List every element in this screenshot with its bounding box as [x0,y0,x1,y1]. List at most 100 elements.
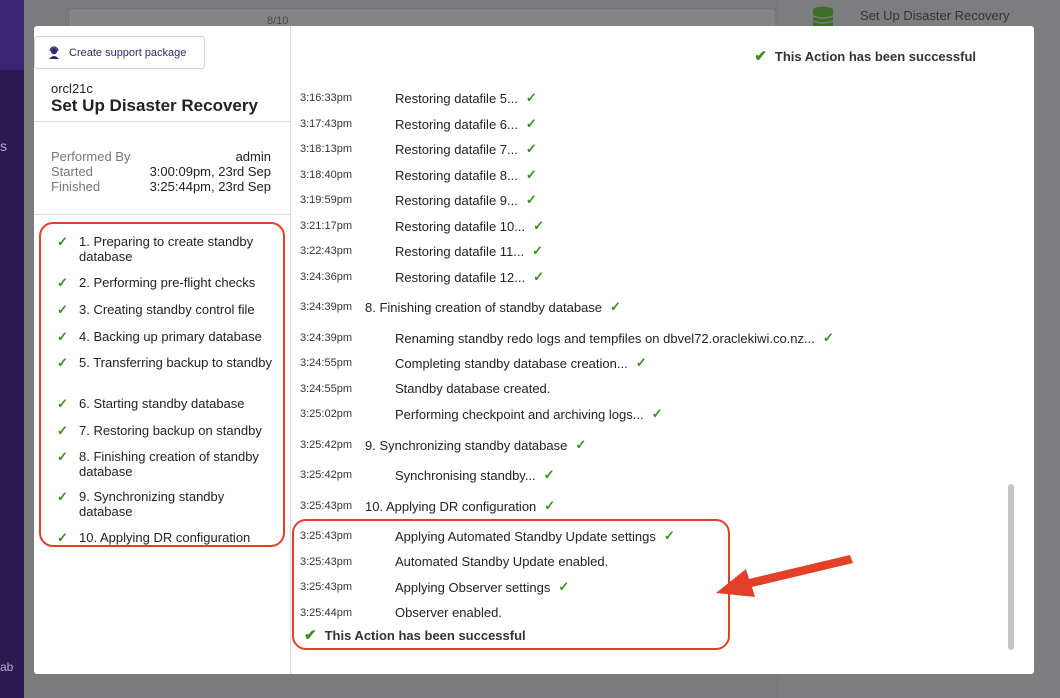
log-message: Restoring datafile 5... [395,90,518,106]
step-item: ✓ 9. Synchronizing standby database [57,489,277,519]
check-icon: ✓ [635,355,647,370]
log-message: 9. Synchronizing standby database [365,437,568,453]
check-icon: ✓ [57,355,68,370]
check-icon: ✓ [525,192,537,207]
support-agent-icon [49,45,59,59]
log-entry: 3:19:59pm Restoring datafile 9... ✓ [300,192,537,208]
action-detail-modal: Create support package orcl21c Set Up Di… [34,26,1034,674]
action-metadata: Performed By admin Started 3:00:09pm, 23… [51,149,271,194]
check-icon: ✓ [57,396,68,411]
sidebar-label: s [0,138,7,154]
step-item: ✓ 4. Backing up primary database [57,329,277,344]
log-entry: 3:24:39pm Renaming standby redo logs and … [300,330,834,346]
check-icon: ✓ [610,299,621,314]
log-entry: 3:24:55pm Completing standby database cre… [300,355,647,371]
log-message: Restoring datafile 10... [395,218,526,234]
step-item: ✓ 5. Transferring backup to standby [57,355,277,370]
check-icon: ✓ [543,467,555,482]
check-icon: ✓ [525,116,537,131]
log-timestamp: 3:21:17pm [300,220,352,232]
annotation-arrow-icon [716,555,853,597]
log-timestamp: 3:24:39pm [300,301,352,313]
action-item: Set Up Disaster Recovery [812,6,1042,30]
log-timestamp: 3:24:55pm [300,382,352,395]
success-footer: ✔ This Action has been successful [304,626,526,644]
step-item: ✓ 1. Preparing to create standby database [57,234,277,264]
log-entry: 3:25:42pm Synchronising standby... ✓ [300,467,555,483]
log-timestamp: 3:17:43pm [300,118,352,130]
log-message: Synchronising standby... [395,467,536,483]
check-icon: ✓ [57,329,68,344]
log-entry: 3:24:55pm Standby database created. [300,381,550,396]
check-icon: ✓ [533,269,544,284]
step-item: ✓ 7. Restoring backup on standby [57,423,277,438]
log-entry: 3:21:17pm Restoring datafile 10... ✓ [300,218,544,234]
log-message: 10. Applying DR configuration [365,498,537,514]
success-message: This Action has been successful [774,48,976,64]
log-entry: 3:18:13pm Restoring datafile 7... ✓ [300,141,537,157]
log-message: 8. Finishing creation of standby databas… [365,299,603,315]
check-icon: ✓ [651,406,663,421]
log-message: Restoring datafile 8... [395,167,518,183]
action-item-label: Set Up Disaster Recovery [860,8,1010,23]
success-footer-message: This Action has been successful [324,627,526,643]
check-icon: ✓ [544,498,556,513]
step-label: 4. Backing up primary database [79,329,262,344]
step-label: 2. Performing pre-flight checks [79,275,256,290]
finished-label: Finished [51,179,101,194]
database-name: orcl21c [51,81,93,96]
step-item: ✓ 3. Creating standby control file [57,302,277,317]
step-item: ✓ 10. Applying DR configuration [57,530,277,545]
step-label: 7. Restoring backup on standby [79,423,262,438]
performed-by-value: admin [235,149,271,164]
log-scrollbar[interactable] [1008,484,1014,650]
check-icon: ✓ [575,437,587,452]
check-icon: ✔ [304,627,317,644]
started-value: 3:00:09pm, 23rd Sep [149,164,271,179]
step-item: ✓ 6. Starting standby database [57,396,277,411]
check-icon: ✓ [57,302,68,317]
log-message: Standby database created. [395,381,551,396]
log-message: Renaming standby redo logs and tempfiles… [395,330,815,346]
divider [34,121,291,122]
check-icon: ✓ [57,489,68,504]
log-timestamp: 3:24:55pm [300,357,352,369]
log-message: Restoring datafile 6... [395,116,518,132]
sidebar-footer-label: ab [0,660,14,674]
divider [34,214,291,215]
log-timestamp: 3:24:36pm [300,271,352,283]
started-label: Started [51,164,93,179]
check-icon: ✓ [525,90,537,105]
log-timestamp: 3:18:13pm [300,143,352,155]
finished-row: Finished 3:25:44pm, 23rd Sep [51,179,271,194]
log-step-entry: 3:24:39pm 8. Finishing creation of standb… [300,299,621,315]
log-entry: 3:24:36pm Restoring datafile 12... ✓ [300,269,544,285]
log-message: Restoring datafile 12... [395,269,526,285]
started-row: Started 3:00:09pm, 23rd Sep [51,164,271,179]
steps-list-annotated: ✓ 1. Preparing to create standby database… [39,222,285,547]
step-label: 9. Synchronizing standby database [79,489,225,519]
step-label: 6. Starting standby database [79,396,245,411]
action-summary-pane: Create support package orcl21c Set Up Di… [34,26,291,674]
create-support-package-button[interactable]: Create support package [34,36,205,69]
log-timestamp: 3:25:02pm [300,408,352,420]
check-icon: ✓ [57,423,68,438]
log-step-entry: 3:25:43pm 10. Applying DR configuration ✓ [300,498,555,514]
log-message: Performing checkpoint and archiving logs… [395,406,644,422]
performed-by-label: Performed By [51,149,131,164]
check-icon: ✓ [822,330,834,345]
log-timestamp: 3:24:39pm [300,332,352,344]
log-step-entry: 3:25:42pm 9. Synchronizing standby databa… [300,437,586,453]
log-entry: 3:22:43pm Restoring datafile 11... ✓ [300,243,543,259]
check-icon: ✓ [525,167,537,182]
log-message: Restoring datafile 11... [395,243,525,259]
action-log-pane: ✔ This Action has been successful 3:16:3… [292,26,1034,674]
success-banner: ✔ This Action has been successful [754,47,976,65]
log-entry: 3:17:43pm Restoring datafile 6... ✓ [300,116,537,132]
check-icon: ✓ [57,449,68,464]
step-item: ✓ 8. Finishing creation of standby databa… [57,449,277,479]
check-icon: ✓ [57,275,68,290]
step-label: 5. Transferring backup to standby [79,355,272,370]
step-item: ✓ 2. Performing pre-flight checks [57,275,277,290]
check-icon: ✔ [754,48,767,65]
